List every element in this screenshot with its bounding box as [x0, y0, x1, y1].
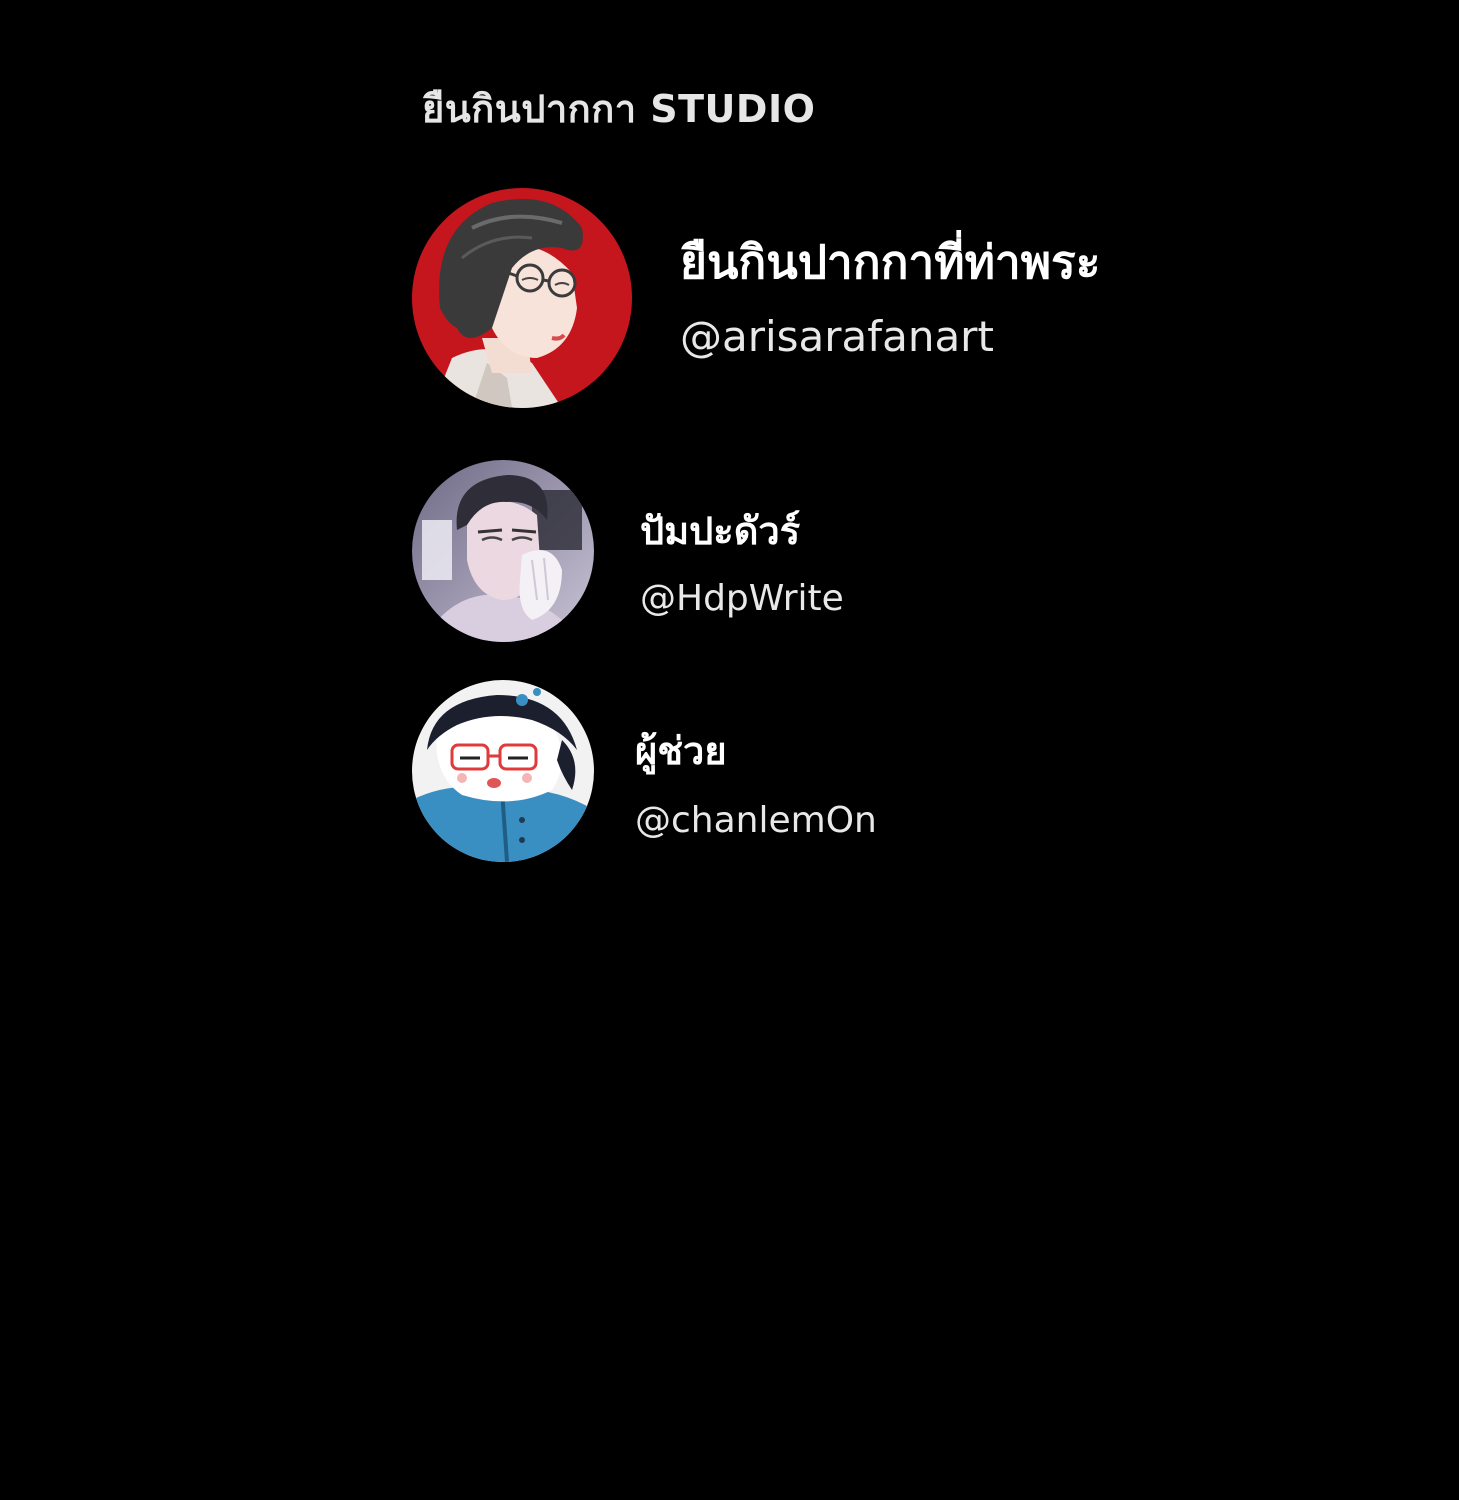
avatar — [412, 460, 594, 642]
credit-name: ผู้ช่วย — [635, 729, 727, 773]
credit-name: ปัมปะดัวร์ — [640, 509, 801, 553]
avatar-man-glasses-icon — [412, 188, 632, 408]
avatar — [412, 680, 594, 862]
credit-handle[interactable]: @HdpWrite — [640, 578, 844, 619]
avatar-cartoon-girl-glasses-icon — [412, 680, 594, 862]
credits-page: { "studio": { "title": "ยืนกินปากกา STUD… — [0, 0, 1459, 1500]
credit-name: ยืนกินปากกาที่ท่าพระ — [680, 235, 1101, 289]
avatar — [412, 188, 632, 408]
credit-handle[interactable]: @arisarafanart — [680, 312, 994, 361]
studio-title: ยืนกินปากกา STUDIO — [422, 87, 816, 131]
credit-handle[interactable]: @chanlemOn — [635, 800, 877, 841]
avatar-man-hand-on-face-icon — [412, 460, 594, 642]
